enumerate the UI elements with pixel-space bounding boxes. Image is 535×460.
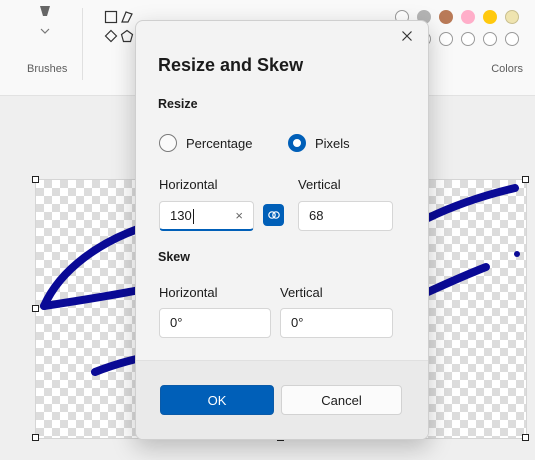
resize-handle-top-right[interactable]	[522, 176, 529, 183]
skew-horizontal-input[interactable]: 0°	[159, 308, 271, 338]
radio-label-percentage: Percentage	[186, 135, 253, 151]
ok-button[interactable]: OK	[160, 385, 274, 415]
resize-handle-middle-left[interactable]	[32, 305, 39, 312]
skew-vertical-value: 0°	[291, 315, 304, 330]
radio-percentage[interactable]: Percentage	[159, 134, 253, 152]
resize-horizontal-label: Horizontal	[159, 177, 218, 192]
link-icon	[267, 211, 280, 219]
skew-heading: Skew	[158, 250, 190, 264]
close-button[interactable]	[394, 25, 420, 47]
radio-label-pixels: Pixels	[315, 135, 350, 151]
maintain-aspect-ratio-button[interactable]	[263, 204, 284, 226]
resize-handle-bottom-left[interactable]	[32, 434, 39, 441]
resize-horizontal-value: 130	[170, 208, 192, 223]
resize-vertical-input[interactable]: 68	[298, 201, 393, 231]
resize-and-skew-dialog: Resize and Skew Resize Percentage Pixels…	[135, 20, 429, 440]
resize-handle-bottom-right[interactable]	[522, 434, 529, 441]
text-caret	[192, 209, 194, 225]
radio-button[interactable]	[159, 134, 177, 152]
resize-handle-top-left[interactable]	[32, 176, 39, 183]
resize-vertical-label: Vertical	[298, 177, 341, 192]
close-icon	[402, 31, 412, 41]
dialog-title: Resize and Skew	[158, 55, 304, 75]
resize-heading: Resize	[158, 97, 198, 111]
skew-vertical-label: Vertical	[280, 285, 323, 300]
skew-horizontal-value: 0°	[170, 315, 183, 330]
resize-horizontal-input[interactable]: 130 ×	[159, 201, 254, 231]
clear-input-button[interactable]: ×	[235, 202, 243, 230]
skew-vertical-input[interactable]: 0°	[280, 308, 393, 338]
cancel-button[interactable]: Cancel	[281, 385, 402, 415]
radio-pixels[interactable]: Pixels	[288, 134, 350, 152]
resize-vertical-value: 68	[309, 208, 324, 223]
radio-button-selected[interactable]	[288, 134, 306, 152]
dialog-footer: OK Cancel	[136, 360, 428, 439]
skew-horizontal-label: Horizontal	[159, 285, 218, 300]
